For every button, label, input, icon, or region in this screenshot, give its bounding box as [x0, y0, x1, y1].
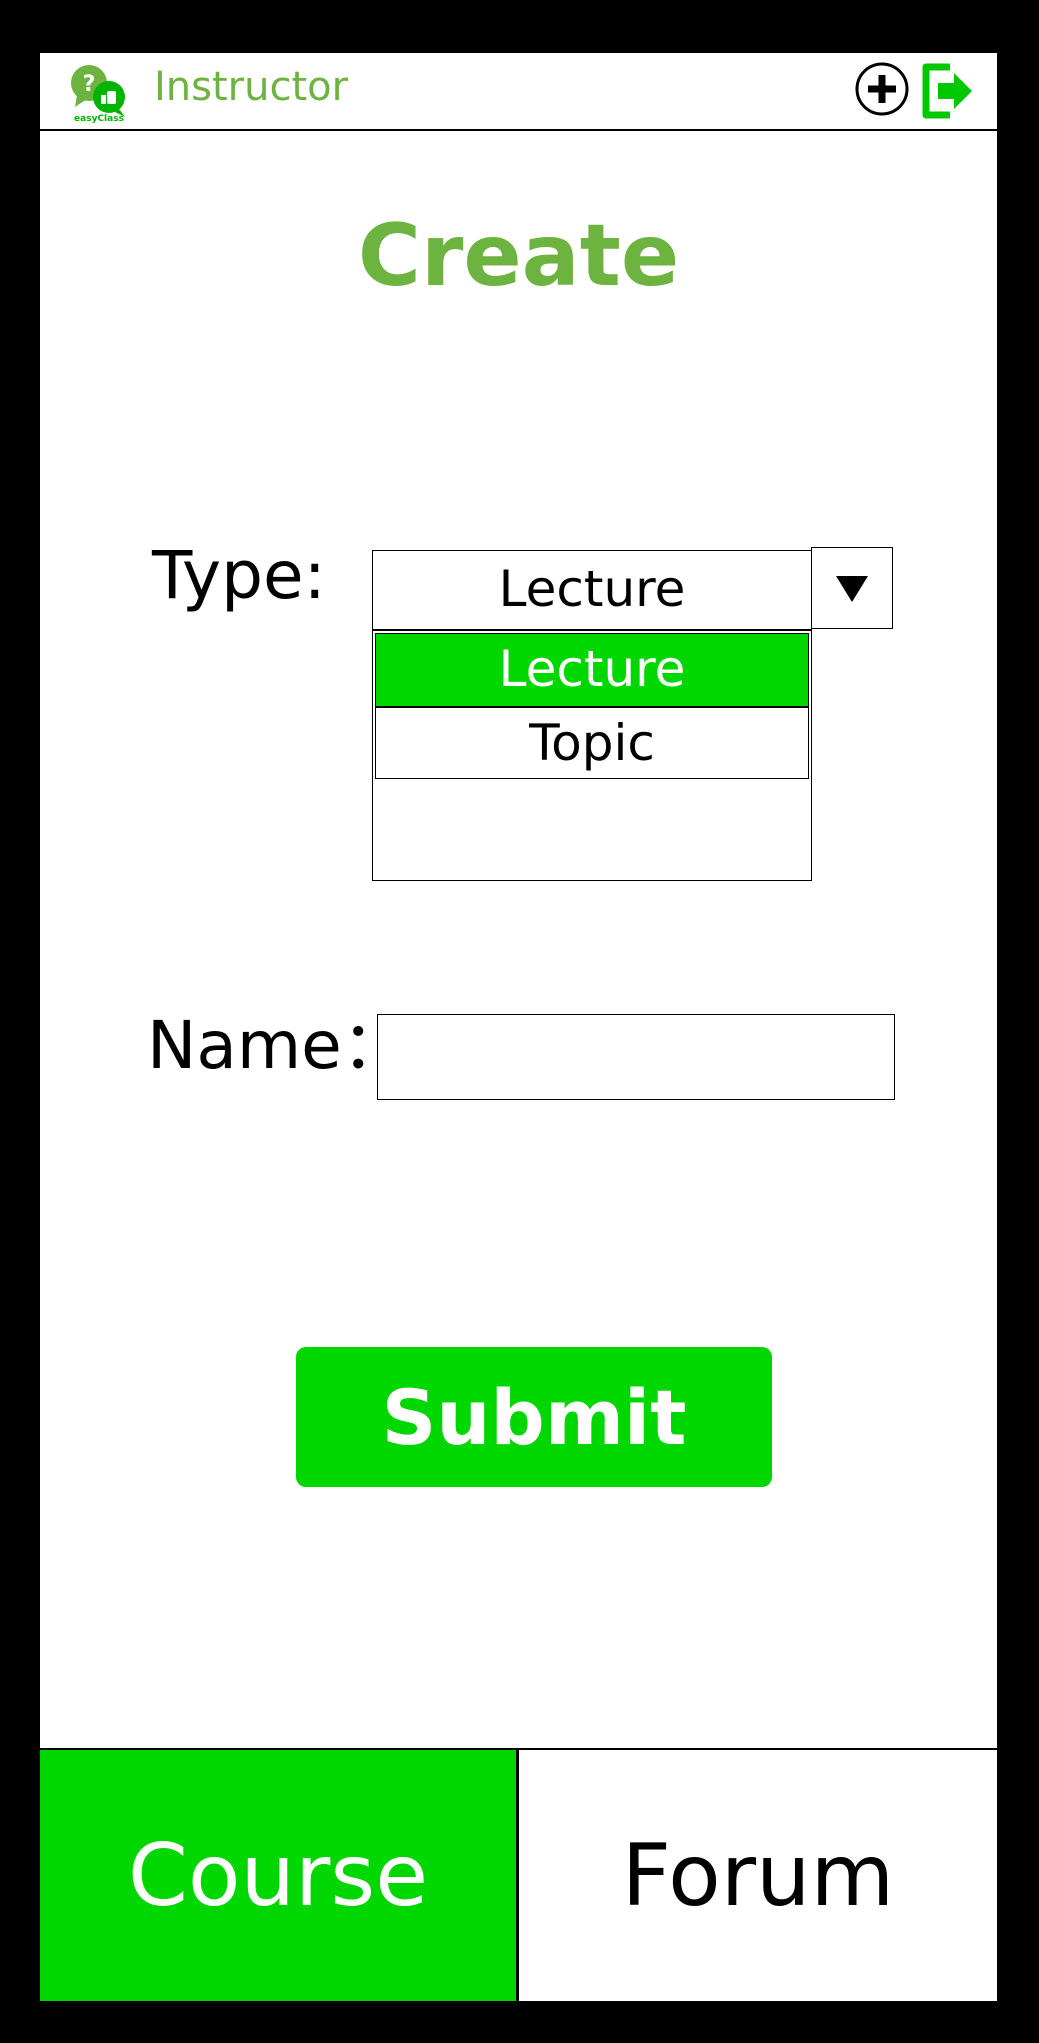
- page-title: Create: [357, 206, 680, 306]
- name-label: Name：: [147, 1007, 408, 1084]
- chat-bubbles-logo: ? easyClass: [71, 65, 125, 123]
- plus-circle-icon[interactable]: [854, 61, 910, 117]
- role-title: Instructor: [154, 64, 349, 110]
- type-dropdown-list: Lecture Topic: [372, 630, 812, 881]
- option-topic[interactable]: Topic: [375, 707, 809, 779]
- type-select[interactable]: Lecture: [372, 550, 812, 630]
- nav-tab-forum[interactable]: Forum: [519, 1750, 997, 2001]
- dropdown-toggle-button[interactable]: [811, 547, 893, 629]
- svg-text:easyClass: easyClass: [74, 114, 124, 123]
- app-header: ? easyClass Instructor: [40, 53, 997, 131]
- option-lecture[interactable]: Lecture: [375, 633, 809, 707]
- logout-icon[interactable]: [920, 61, 976, 121]
- name-input[interactable]: [377, 1014, 895, 1100]
- triangle-down-icon: [836, 576, 868, 602]
- bottom-nav: Course Forum: [40, 1748, 997, 2001]
- app-screen: ? easyClass Instructor Create Type: Lect…: [40, 53, 997, 2001]
- type-label: Type:: [152, 537, 326, 614]
- submit-button[interactable]: Submit: [296, 1347, 772, 1487]
- nav-tab-course[interactable]: Course: [40, 1750, 516, 2001]
